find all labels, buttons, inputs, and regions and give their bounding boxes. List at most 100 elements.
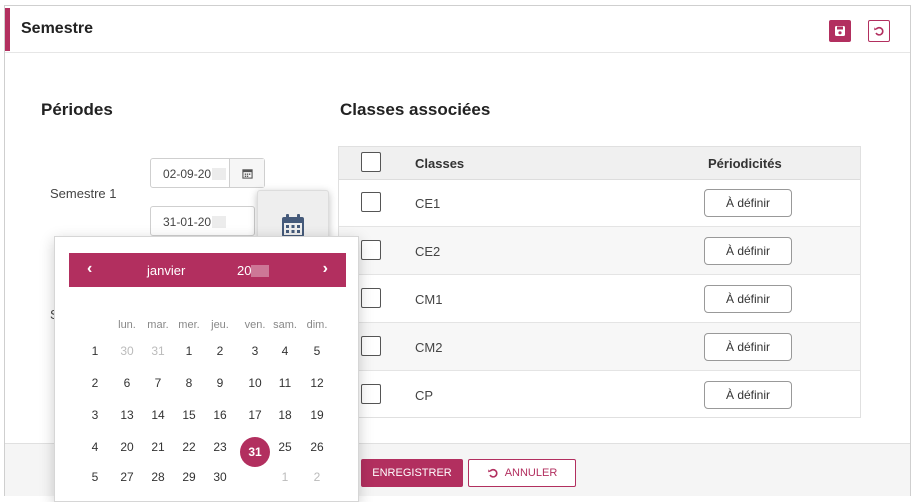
periodicite-button[interactable]: À définir: [704, 285, 792, 313]
weekday-header: ven.: [244, 319, 266, 331]
day-cell[interactable]: 28: [143, 470, 173, 484]
redacted-digits: [212, 168, 227, 180]
week-number: 4: [91, 440, 99, 454]
table-row: CE1 À définir: [339, 179, 860, 227]
save-icon-button[interactable]: [829, 20, 851, 42]
header-accent-bar: [5, 8, 10, 51]
prev-month-button[interactable]: ‹: [87, 260, 92, 278]
day-cell[interactable]: 13: [112, 408, 142, 422]
reset-icon: [874, 26, 884, 36]
day-cell[interactable]: 30: [205, 470, 235, 484]
table-row: CM2 À définir: [339, 323, 860, 371]
undo-icon: [487, 468, 498, 478]
next-month-button[interactable]: ›: [323, 260, 328, 278]
select-all-checkbox[interactable]: [361, 152, 381, 172]
page-title: Semestre: [21, 20, 94, 37]
day-cell[interactable]: 12: [302, 376, 332, 390]
periodes-title: Périodes: [41, 100, 113, 119]
day-cell[interactable]: 21: [143, 440, 173, 454]
month-label[interactable]: janvier: [147, 263, 185, 278]
calendar-button[interactable]: [229, 159, 264, 187]
weekday-header: mar.: [147, 319, 169, 331]
weekday-header: lun.: [118, 319, 136, 331]
day-cell[interactable]: 11: [270, 376, 300, 390]
semester1-start-date-field[interactable]: 02-09-20: [150, 158, 265, 188]
week-number: 5: [91, 470, 99, 484]
day-cell[interactable]: 19: [302, 408, 332, 422]
semester1-end-date-field[interactable]: 31-01-20: [150, 206, 255, 236]
weekday-header: mer.: [178, 319, 200, 331]
column-header-periodicites: Périodicités: [708, 156, 782, 171]
day-cell[interactable]: 6: [112, 376, 142, 390]
day-cell[interactable]: 14: [143, 408, 173, 422]
class-name: CM2: [415, 340, 443, 355]
day-cell[interactable]: 10: [240, 376, 270, 390]
table-header: Classes Périodicités: [339, 147, 860, 180]
column-header-classes: Classes: [415, 156, 465, 171]
week-number: 1: [91, 344, 99, 358]
end-date-value: 31-01-20: [163, 215, 212, 229]
row-checkbox[interactable]: [361, 192, 381, 212]
week-number: 2: [91, 376, 99, 390]
day-cell[interactable]: 27: [112, 470, 142, 484]
redacted-digits: [212, 216, 227, 228]
day-cell[interactable]: 2: [205, 344, 235, 358]
classes-associees-title: Classes associées: [340, 100, 491, 119]
class-name: CP: [415, 388, 434, 403]
panel-header: Semestre: [5, 6, 910, 53]
table-row: CP À définir: [339, 371, 860, 419]
row-checkbox[interactable]: [361, 240, 381, 260]
reset-icon-button[interactable]: [868, 20, 890, 42]
day-cell[interactable]: 7: [143, 376, 173, 390]
day-cell[interactable]: 29: [174, 470, 204, 484]
save-icon: [835, 26, 845, 36]
periodicite-button[interactable]: À définir: [704, 381, 792, 409]
year-label[interactable]: 20: [237, 263, 251, 278]
semester1-label: Semestre 1: [50, 186, 117, 201]
day-cell[interactable]: 16: [205, 408, 235, 422]
day-cell[interactable]: 25: [270, 440, 300, 454]
periodicite-button[interactable]: À définir: [704, 189, 792, 217]
day-cell[interactable]: 30: [112, 344, 142, 358]
day-cell[interactable]: 8: [174, 376, 204, 390]
week-number: 3: [91, 408, 99, 422]
day-cell[interactable]: 18: [270, 408, 300, 422]
class-name: CE2: [415, 244, 441, 259]
day-cell[interactable]: 3: [240, 344, 270, 358]
enregistrer-button[interactable]: ENREGISTRER: [361, 459, 463, 487]
day-cell[interactable]: 1: [270, 470, 300, 484]
day-cell[interactable]: 17: [240, 408, 270, 422]
annuler-button[interactable]: ANNULER: [468, 459, 576, 487]
day-cell[interactable]: 9: [205, 376, 235, 390]
classes-table: Classes Périodicités CE1 À définir CE2 À…: [338, 146, 861, 418]
weekday-header: sam.: [273, 319, 297, 331]
day-cell[interactable]: 2: [302, 470, 332, 484]
table-row: CE2 À définir: [339, 227, 860, 275]
datepicker-header: ‹ janvier 20 ›: [69, 253, 346, 287]
selected-day[interactable]: 31: [240, 437, 270, 467]
row-checkbox[interactable]: [361, 384, 381, 404]
class-name: CE1: [415, 196, 441, 211]
periodicite-button[interactable]: À définir: [704, 333, 792, 361]
row-checkbox[interactable]: [361, 336, 381, 356]
weekday-header: dim.: [306, 319, 328, 331]
day-cell[interactable]: 22: [174, 440, 204, 454]
weekday-header: jeu.: [211, 319, 229, 331]
day-cell[interactable]: 23: [205, 440, 235, 454]
class-name: CM1: [415, 292, 443, 307]
start-date-value: 02-09-20: [163, 167, 212, 181]
day-cell[interactable]: 20: [112, 440, 142, 454]
annuler-label: ANNULER: [504, 467, 558, 479]
row-checkbox[interactable]: [361, 288, 381, 308]
day-cell[interactable]: 26: [302, 440, 332, 454]
day-cell[interactable]: 5: [302, 344, 332, 358]
periodicite-button[interactable]: À définir: [704, 237, 792, 265]
table-row: CM1 À définir: [339, 275, 860, 323]
datepicker-popup: ‹ janvier 20 › lun. mar. mer. jeu. ven. …: [54, 236, 359, 502]
day-cell[interactable]: 31: [143, 344, 173, 358]
day-cell[interactable]: 4: [270, 344, 300, 358]
redacted-year-digits: [251, 265, 270, 277]
day-cell[interactable]: 15: [174, 408, 204, 422]
day-cell[interactable]: 1: [174, 344, 204, 358]
calendar-icon: [241, 168, 253, 179]
